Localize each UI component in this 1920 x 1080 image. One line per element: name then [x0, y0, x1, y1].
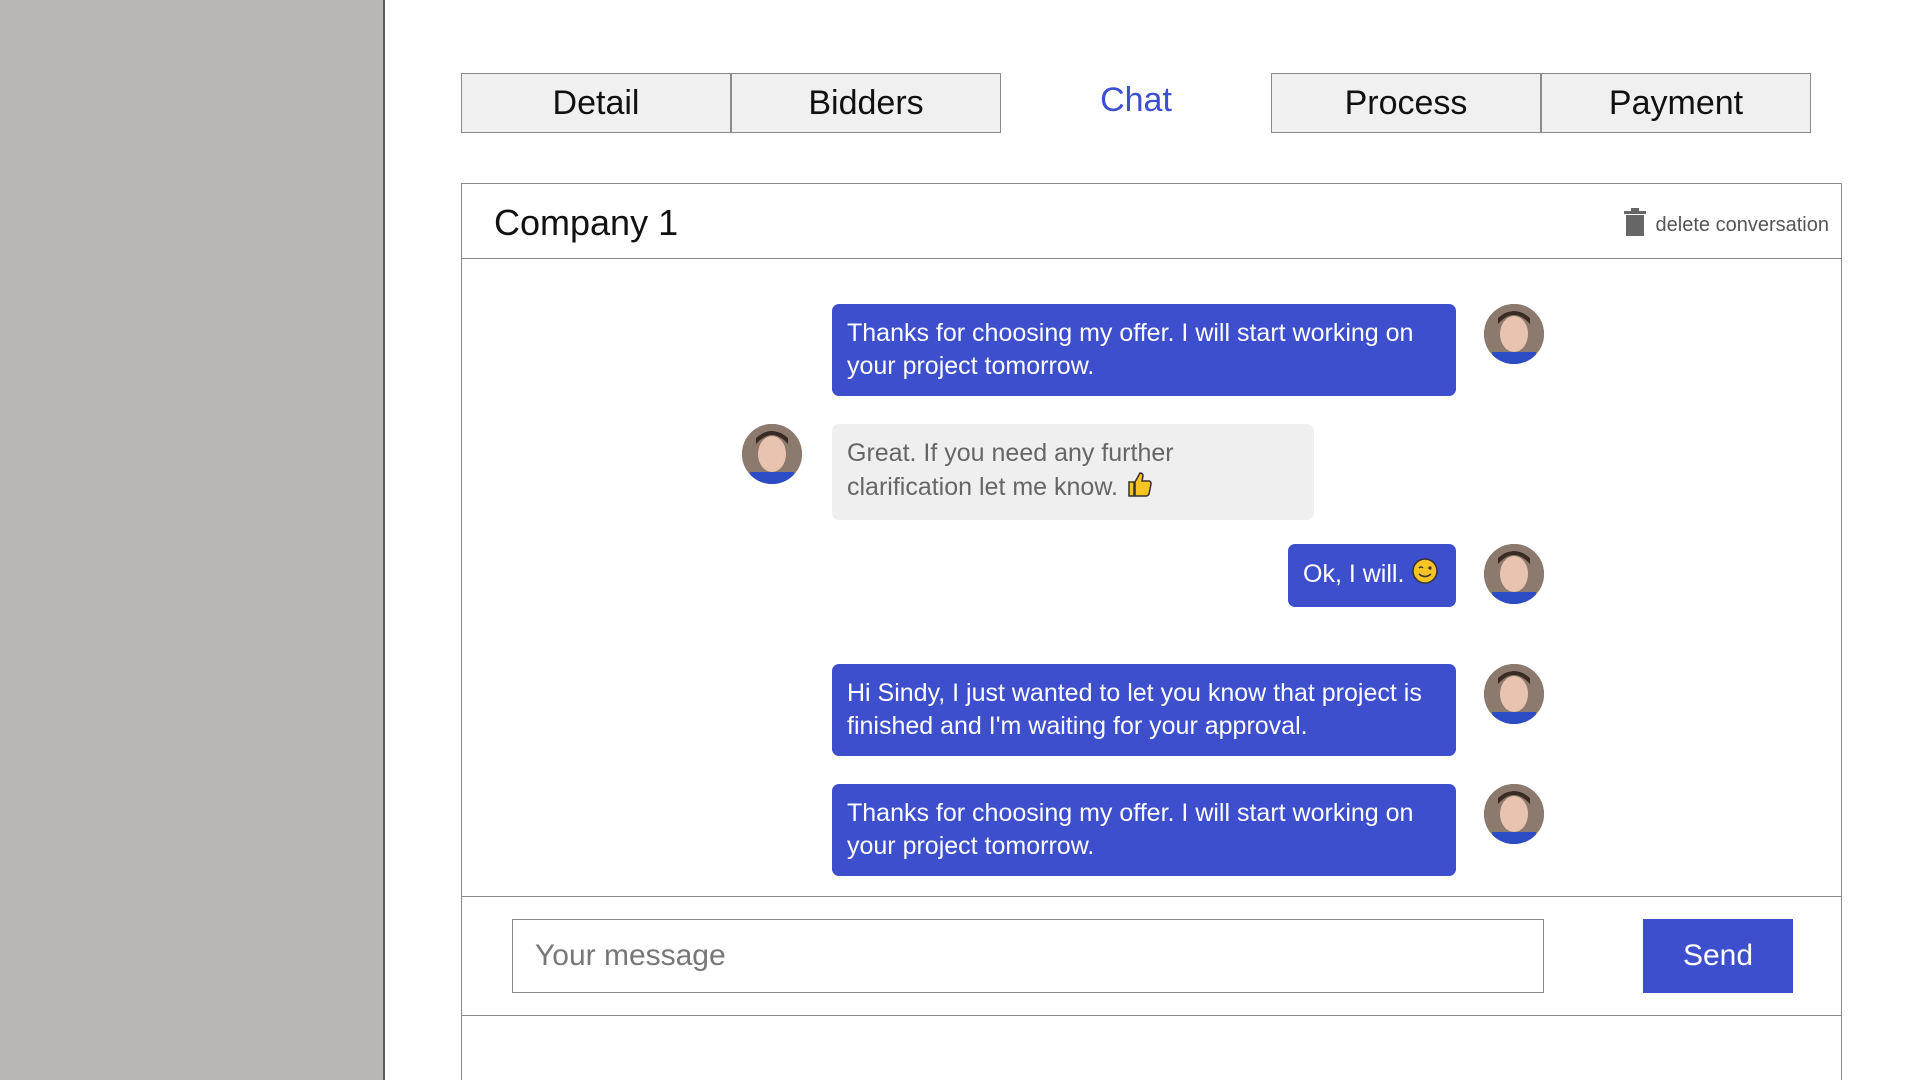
message-bubble: Thanks for choosing my offer. I will sta… — [832, 784, 1456, 876]
chat-header: Company 1 delete conversation — [462, 184, 1841, 259]
sidebar — [0, 0, 385, 1080]
message-text: Thanks for choosing my offer. I will sta… — [847, 799, 1414, 860]
tab-process[interactable]: Process — [1271, 73, 1541, 133]
message-text: Hi Sindy, I just wanted to let you know … — [847, 679, 1422, 740]
message-bubble: Great. If you need any further clarifica… — [832, 424, 1314, 520]
delete-conversation-label: delete conversation — [1655, 213, 1829, 236]
thumbs-up-icon — [1125, 470, 1153, 507]
delete-conversation-button[interactable]: delete conversation — [1623, 208, 1829, 242]
message-bubble: Hi Sindy, I just wanted to let you know … — [832, 664, 1456, 756]
trash-icon — [1623, 208, 1646, 242]
tab-payment[interactable]: Payment — [1541, 73, 1811, 133]
message-composer: Send — [462, 896, 1841, 1016]
message-input[interactable] — [512, 919, 1544, 993]
message-bubble: Ok, I will. — [1288, 544, 1456, 607]
tab-detail[interactable]: Detail — [461, 73, 731, 133]
message-text: Thanks for choosing my offer. I will sta… — [847, 319, 1414, 380]
message-bubble: Thanks for choosing my offer. I will sta… — [832, 304, 1456, 396]
chat-panel: Company 1 delete conversation Thanks for… — [461, 183, 1842, 1080]
avatar — [1484, 784, 1544, 844]
avatar — [1484, 544, 1544, 604]
wink-icon — [1411, 557, 1439, 594]
avatar — [1484, 664, 1544, 724]
send-button[interactable]: Send — [1643, 919, 1793, 993]
conversation-title: Company 1 — [494, 202, 679, 243]
tab-bidders[interactable]: Bidders — [731, 73, 1001, 133]
avatar — [742, 424, 802, 484]
avatar — [1484, 304, 1544, 364]
message-text: Ok, I will. — [1303, 560, 1405, 589]
tab-chat[interactable]: Chat — [1001, 70, 1271, 130]
